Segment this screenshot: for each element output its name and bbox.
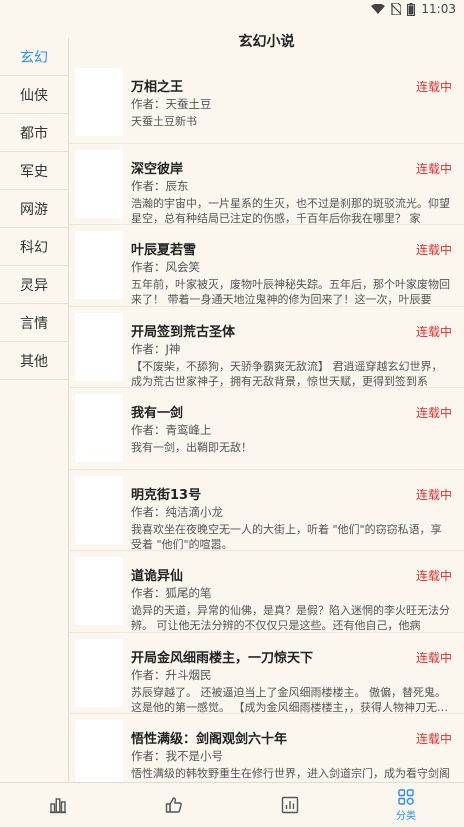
book-author: 作者：天蚕土豆 — [131, 97, 212, 111]
book-description: 【不废柴，不舔狗，天骄争霸爽无敌流】 君逍遥穿越玄幻世界，成为荒古世家神子，拥有… — [131, 359, 443, 388]
book-author: 作者：J神 — [131, 341, 181, 356]
sidebar-item-kehuan[interactable]: 科幻 — [0, 228, 68, 266]
sidebar-item-wangyou[interactable]: 网游 — [0, 190, 68, 228]
book-description: 我有一剑，出鞘即无敌！ — [131, 441, 252, 454]
wifi-icon — [371, 4, 386, 14]
list-item[interactable]: 开局签到荒古圣体 连载中 作者：J神 【不废柴，不舔狗，天骄争霸爽无敌流】 君逍… — [69, 307, 464, 388]
book-author: 作者：狐尾的笔 — [131, 586, 212, 600]
tab-category-label: 分类 — [396, 811, 416, 822]
book-title: 我有一剑 — [131, 406, 184, 421]
book-title: 明克街13号 — [131, 487, 202, 503]
category-sidebar: 玄幻 仙侠 都市 军史 网游 科幻 灵异 言情 其他 — [0, 38, 69, 782]
status-badge: 连载中 — [415, 487, 452, 502]
book-cover — [75, 638, 123, 707]
status-bar: 11:03 — [0, 0, 464, 20]
sidebar-item-lingyi[interactable]: 灵异 — [0, 266, 68, 304]
list-item[interactable]: 开局金风细雨楼主，一刀惊天下 连载中 作者：升斗烟民 苏辰穿越了。 还被逼迫当上… — [69, 633, 464, 714]
tab-ranking[interactable] — [0, 783, 116, 827]
clock: 11:03 — [421, 2, 456, 16]
book-cover — [75, 475, 123, 544]
book-cover — [75, 68, 123, 136]
sidebar-item-dushi[interactable]: 都市 — [0, 114, 68, 152]
bottom-tab-bar: 分类 — [0, 782, 464, 827]
book-description: 悟性满级的韩牧野重生在修行世界，进入剑道宗门，成为看守剑阁的观剑人。 剑阁中藏剑… — [131, 767, 450, 780]
book-title: 悟性满级：剑阁观剑六十年 — [131, 732, 288, 747]
list-item[interactable]: 明克街13号 连载中 作者：纯洁滴小龙 我喜欢坐在夜晚空无一人的大街上，听着 "… — [69, 470, 464, 551]
book-cover — [75, 312, 123, 381]
book-author: 作者：升斗烟民 — [131, 667, 212, 682]
thumbs-up-icon — [165, 797, 182, 813]
category-grid-icon — [398, 789, 414, 805]
book-title: 道诡异仙 — [131, 569, 184, 584]
sidebar-item-qita[interactable]: 其他 — [0, 342, 68, 380]
stats-box-icon — [281, 796, 299, 814]
book-description: 我喜欢坐在夜晚空无一人的大街上，听着 "他们"的窃窃私语，享受着 "他们"的喧嚣… — [131, 522, 442, 551]
battery-icon — [407, 2, 416, 16]
status-badge: 连载中 — [415, 80, 452, 94]
book-title: 叶辰夏若雪 — [131, 243, 197, 258]
list-item[interactable]: 我有一剑 连载中 作者：青鸾峰上 我有一剑，出鞘即无敌！ — [69, 388, 464, 470]
book-list: 万相之王 连载中 作者：天蚕土豆 天蚕土豆新书 深空彼岸 连载中 作者：辰东 浩… — [69, 62, 464, 782]
status-badge: 连载中 — [415, 650, 452, 665]
list-item[interactable]: 万相之王 连载中 作者：天蚕土豆 天蚕土豆新书 — [69, 62, 464, 144]
sidebar-item-xianxia[interactable]: 仙侠 — [0, 76, 68, 114]
page-title: 玄幻小说 — [238, 34, 295, 50]
book-description: 浩瀚的宇宙中，一片星系的生灭，也不过是刹那的斑驳流光。仰望星空，总有种结局已注定… — [131, 196, 450, 225]
list-item[interactable]: 叶辰夏若雪 连载中 作者：风会笑 五年前，叶家被灭，废物叶辰神秘失踪。五年后，那… — [69, 225, 464, 307]
status-badge: 连载中 — [415, 161, 452, 176]
list-item[interactable]: 悟性满级：剑阁观剑六十年 连载中 作者：我不是小号 悟性满级的韩牧野重生在修行世… — [69, 714, 464, 782]
sidebar-item-junshi[interactable]: 军史 — [0, 152, 68, 190]
tab-category[interactable]: 分类 — [348, 783, 464, 827]
no-sim-icon — [391, 3, 402, 15]
sidebar-item-xuanhuan[interactable]: 玄幻 — [0, 38, 68, 76]
list-item[interactable]: 深空彼岸 连载中 作者：辰东 浩瀚的宇宙中，一片星系的生灭，也不过是刹那的斑驳流… — [69, 144, 464, 225]
book-author: 作者：风会笑 — [131, 260, 200, 274]
book-title: 万相之王 — [131, 80, 184, 95]
sidebar-item-yanqing[interactable]: 言情 — [0, 304, 68, 342]
book-cover — [75, 231, 123, 299]
status-badge: 连载中 — [415, 732, 452, 746]
book-title: 开局签到荒古圣体 — [131, 324, 236, 340]
book-description: 诡异的天道，异常的仙佛，是真？是假？陷入迷惘的李火旺无法分辨。 可让他无法分辨的… — [131, 604, 450, 632]
book-author: 作者：我不是小号 — [131, 749, 223, 763]
list-item[interactable]: 道诡异仙 连载中 作者：狐尾的笔 诡异的天道，异常的仙佛，是真？是假？陷入迷惘的… — [69, 551, 464, 633]
book-description: 天蚕土豆新书 — [131, 115, 197, 128]
book-cover — [75, 720, 123, 782]
book-cover — [75, 394, 123, 462]
book-author: 作者：纯洁滴小龙 — [131, 504, 223, 519]
status-badge: 连载中 — [415, 243, 452, 257]
book-description: 苏辰穿越了。 还被逼迫当上了金风细雨楼楼主。 傲偏，替死鬼。这是他的第一感觉。 … — [131, 685, 448, 714]
book-author: 作者：辰东 — [131, 178, 189, 193]
status-badge: 连载中 — [415, 406, 452, 420]
book-title: 深空彼岸 — [131, 161, 184, 177]
book-cover — [75, 557, 123, 625]
book-title: 开局金风细雨楼主，一刀惊天下 — [131, 650, 314, 666]
book-author: 作者：青鸾峰上 — [131, 423, 212, 437]
status-badge: 连载中 — [415, 569, 452, 583]
tab-recommend[interactable] — [116, 783, 232, 827]
status-badge: 连载中 — [415, 324, 452, 339]
bar-chart-icon — [50, 798, 66, 814]
book-description: 五年前，叶家被灭，废物叶辰神秘失踪。五年后，那个叶家废物回来了！ 带着一身通天地… — [131, 278, 450, 306]
tab-stats[interactable] — [232, 783, 348, 827]
book-cover — [75, 149, 123, 218]
